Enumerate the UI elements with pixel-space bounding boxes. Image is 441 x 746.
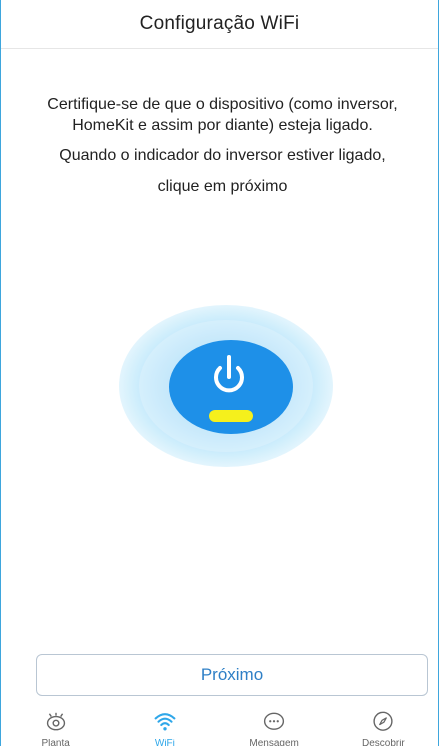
instruction-line: clique em próximo xyxy=(157,178,288,195)
tab-wifi[interactable]: WiFi xyxy=(125,708,205,746)
page-title: Configuração WiFi xyxy=(139,13,300,34)
status-indicator xyxy=(209,410,253,422)
tab-label: Planta xyxy=(41,738,70,746)
tab-descobrir[interactable]: Descobrir xyxy=(343,708,423,746)
tab-planta[interactable]: Planta xyxy=(16,708,96,746)
instruction-line: HomeKit e assim por diante) esteja ligad… xyxy=(72,117,373,134)
next-button-label: Próximo xyxy=(200,665,264,684)
device-illustration xyxy=(119,305,333,467)
tab-label: Descobrir xyxy=(361,738,405,746)
tab-bar: Planta WiFi Mensagem Descobrir xyxy=(1,708,438,746)
eye-icon xyxy=(46,712,65,731)
header-bar: Configuração WiFi xyxy=(1,0,438,49)
compass-icon xyxy=(373,711,393,731)
app-frame: Configuração WiFi Certifique-se de que o… xyxy=(0,0,439,746)
message-icon xyxy=(264,712,285,730)
instruction-line: Certifique-se de que o dispositivo (como… xyxy=(47,96,398,113)
tab-label: Mensagem xyxy=(249,738,299,746)
instructions: Certifique-se de que o dispositivo (como… xyxy=(15,94,430,197)
instruction-line: Quando o indicador do inversor estiver l… xyxy=(59,147,386,164)
wifi-icon xyxy=(154,713,176,731)
tab-label: WiFi xyxy=(154,738,175,746)
next-button[interactable]: Próximo xyxy=(36,654,428,696)
device-graphic xyxy=(119,305,333,467)
tab-mensagem[interactable]: Mensagem xyxy=(234,708,314,746)
